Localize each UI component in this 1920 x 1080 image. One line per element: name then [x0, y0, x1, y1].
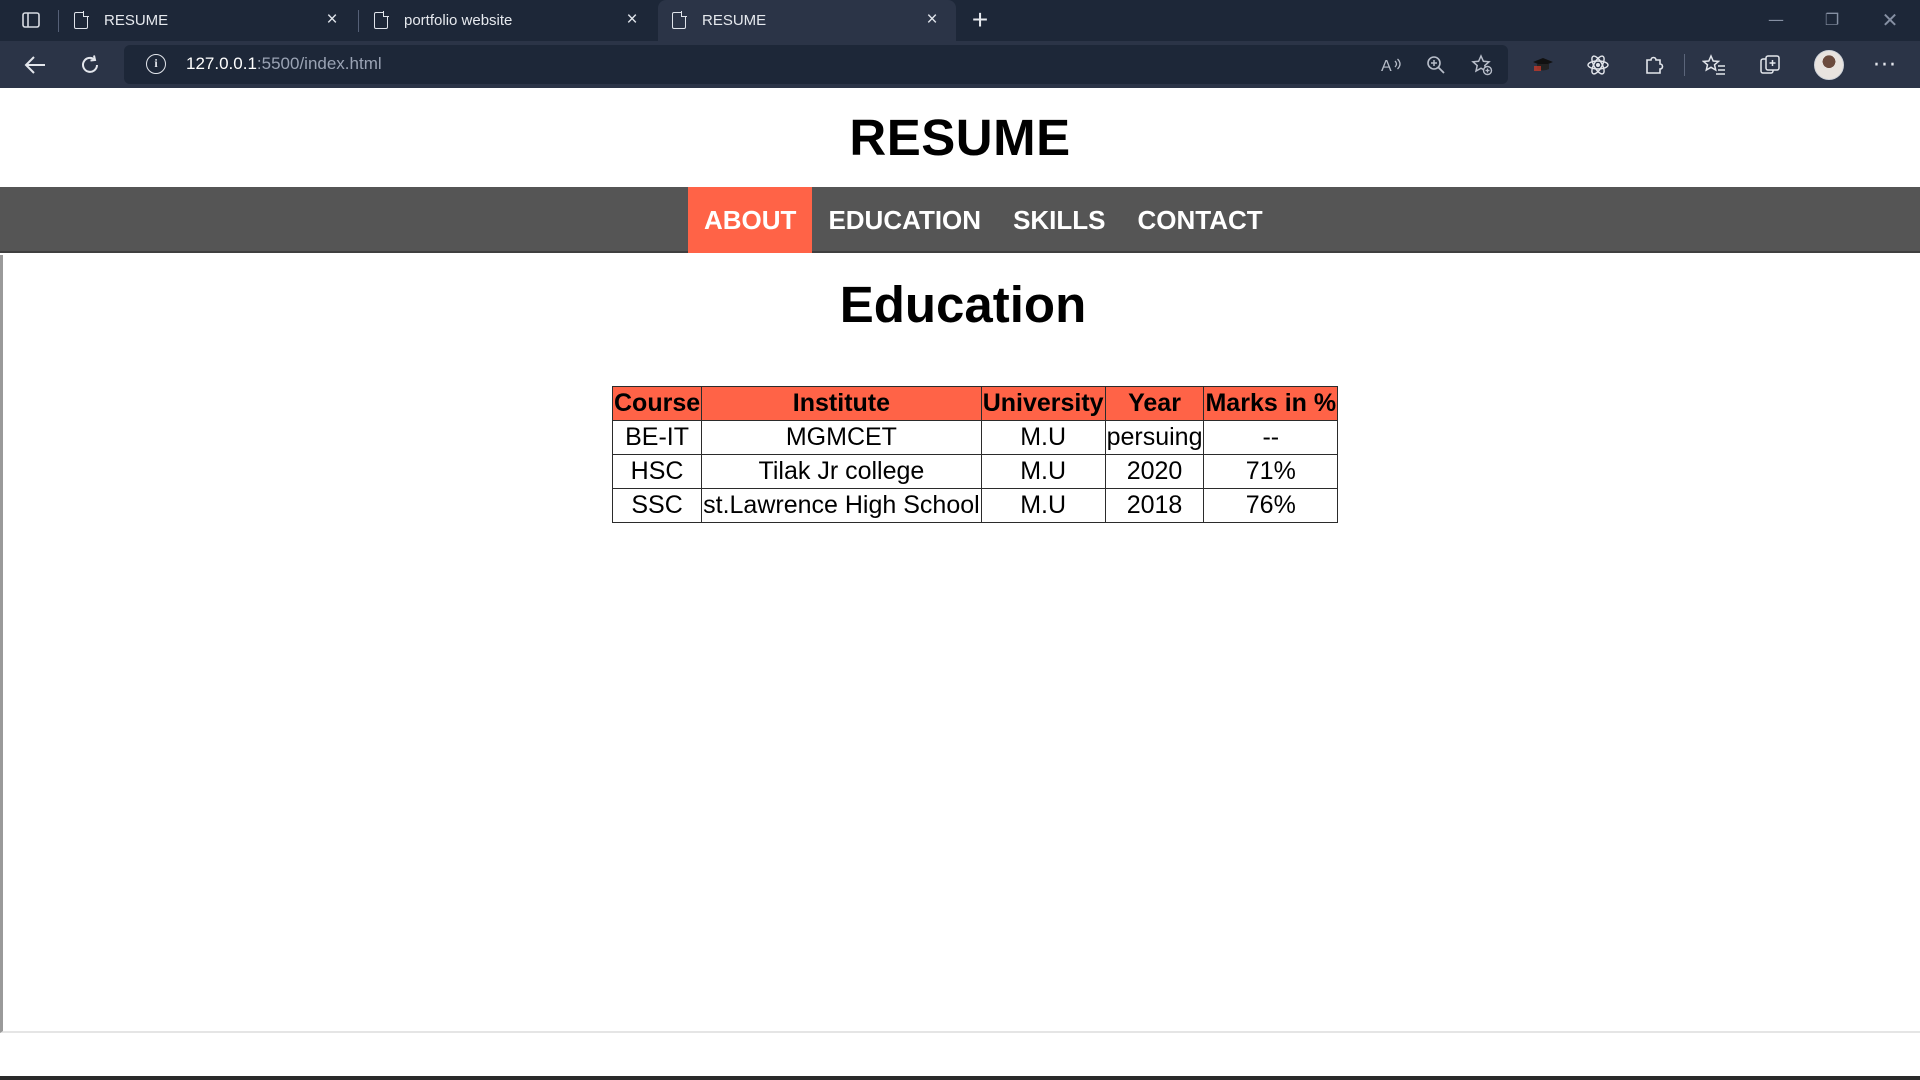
table-cell: MGMCET [701, 420, 982, 455]
education-table: Course Institute University Year Marks i… [611, 386, 1339, 523]
nav-item-about[interactable]: ABOUT [688, 187, 813, 253]
minimize-icon[interactable]: — [1756, 6, 1796, 34]
close-tab-icon[interactable]: × [622, 10, 642, 30]
web-page: RESUME ABOUT EDUCATION SKILLS CONTACT Ed… [0, 88, 1920, 1080]
page-icon [672, 11, 687, 29]
read-aloud-icon[interactable]: A [1378, 52, 1404, 78]
svg-text:A: A [1381, 58, 1392, 75]
close-tab-icon[interactable]: × [322, 10, 342, 30]
react-atom-icon[interactable] [1583, 50, 1613, 80]
browser-tabstrip: RESUME × portfolio website × RESUME × + … [0, 0, 1920, 41]
nav-list: ABOUT EDUCATION SKILLS CONTACT [688, 187, 1279, 253]
page-icon [74, 11, 89, 29]
puzzle-icon[interactable] [1639, 50, 1669, 80]
column-header: Course [611, 386, 703, 421]
table-cell: BE-IT [611, 420, 703, 455]
table-cell: M.U [980, 420, 1106, 455]
section-title: Education [839, 276, 1087, 333]
tab-resume-active[interactable]: RESUME × [658, 0, 956, 41]
table-cell: persuing [1104, 420, 1205, 455]
tab-title: RESUME [104, 12, 169, 29]
table-row: BE-IT MGMCET M.U persuing -- [611, 420, 1339, 455]
table-cell: SSC [611, 488, 703, 523]
close-tab-icon[interactable]: × [922, 10, 942, 30]
table-cell: st.Lawrence High School [701, 488, 982, 523]
zoom-icon[interactable] [1423, 52, 1449, 78]
back-arrow-icon[interactable] [20, 50, 50, 80]
education-section: Education Course Institute University Ye… [0, 255, 1920, 1033]
more-icon[interactable]: ··· [1870, 50, 1900, 80]
nav-item-contact[interactable]: CONTACT [1122, 187, 1279, 253]
table-row: HSC Tilak Jr college M.U 2020 71% [611, 454, 1339, 489]
url-host: 127.0.0.1 [186, 54, 257, 73]
table-cell: 76% [1203, 488, 1339, 523]
toolbar-separator [1684, 54, 1685, 76]
table-cell: 71% [1203, 454, 1339, 489]
collections-icon[interactable] [1755, 50, 1785, 80]
refresh-icon[interactable] [75, 50, 105, 80]
address-bar[interactable]: i 127.0.0.1:5500/index.html A [124, 45, 1508, 84]
extension-badge-icon[interactable] [1528, 50, 1558, 80]
browser-toolbar: i 127.0.0.1:5500/index.html A ··· [0, 41, 1920, 88]
table-cell: -- [1203, 420, 1339, 455]
tab-actions-icon[interactable] [14, 8, 48, 32]
bottom-border [0, 1076, 1920, 1080]
url-text[interactable]: 127.0.0.1:5500/index.html [186, 54, 382, 74]
tab-title: RESUME [702, 12, 767, 29]
nav-item-education[interactable]: EDUCATION [812, 187, 997, 253]
table-row: SSC st.Lawrence High School M.U 2018 76% [611, 488, 1339, 523]
nav-item-skills[interactable]: SKILLS [997, 187, 1121, 253]
table-cell: Tilak Jr college [701, 454, 982, 489]
add-favorite-icon[interactable] [1469, 52, 1495, 78]
tab-separator [358, 10, 359, 32]
favorites-icon[interactable] [1699, 50, 1729, 80]
navbar: ABOUT EDUCATION SKILLS CONTACT [0, 187, 1920, 253]
url-path: :5500/index.html [256, 54, 382, 73]
page-title: RESUME [849, 109, 1071, 166]
restore-icon[interactable]: ❐ [1812, 6, 1852, 34]
column-header: Year [1104, 386, 1205, 421]
page-icon [374, 11, 389, 29]
new-tab-button[interactable]: + [966, 6, 994, 34]
column-header: University [980, 386, 1106, 421]
close-window-icon[interactable]: ✕ [1870, 6, 1910, 34]
table-cell: HSC [611, 454, 703, 489]
info-icon[interactable]: i [146, 54, 166, 74]
tab-portfolio-website[interactable]: portfolio website × [360, 0, 656, 41]
column-header: Marks in % [1203, 386, 1339, 421]
table-cell: M.U [980, 454, 1106, 489]
table-cell: M.U [980, 488, 1106, 523]
tab-separator [58, 10, 59, 32]
tab-title: portfolio website [404, 12, 513, 29]
table-cell: 2020 [1104, 454, 1205, 489]
column-header: Institute [701, 386, 982, 421]
tab-resume-1[interactable]: RESUME × [60, 0, 356, 41]
table-header-row: Course Institute University Year Marks i… [611, 386, 1339, 421]
table-cell: 2018 [1104, 488, 1205, 523]
profile-avatar[interactable] [1814, 50, 1844, 80]
